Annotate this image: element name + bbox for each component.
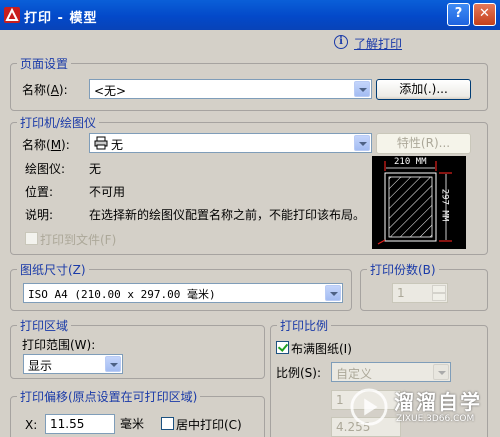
page-setup-name-label: 名称(A):	[22, 83, 68, 97]
chevron-down-icon[interactable]	[354, 135, 370, 151]
spin-down-button[interactable]	[432, 293, 446, 301]
plot-range-select[interactable]: 显示	[23, 354, 123, 374]
center-plot-checkbox[interactable]	[161, 417, 174, 430]
plot-range-label: 打印范围(W):	[22, 338, 96, 352]
help-button[interactable]: ?	[447, 3, 470, 26]
page-setup-name-value: <无>	[94, 84, 127, 98]
add-page-setup-button[interactable]: 添加(.)...	[376, 79, 471, 100]
print-to-file-checkbox[interactable]	[25, 232, 38, 245]
location-label: 位置:	[25, 185, 54, 199]
fit-to-paper-label: 布满图纸(I)	[291, 342, 352, 356]
page-setup-name-select[interactable]: <无>	[89, 79, 372, 99]
x-offset-unit: 毫米	[120, 417, 145, 431]
page-setup-title: 页面设置	[17, 55, 72, 72]
chevron-down-icon[interactable]	[325, 285, 341, 301]
print-to-file-label: 打印到文件(F)	[40, 233, 117, 247]
paper-size-value: ISO A4 (210.00 x 297.00 毫米)	[28, 288, 216, 301]
play-logo-icon	[350, 388, 388, 426]
scale-label: 比例(S):	[276, 366, 322, 380]
printer-properties-button[interactable]: 特性(R)...	[376, 133, 471, 154]
copies-value: 1	[397, 286, 405, 300]
printer-name-select[interactable]: 无	[89, 133, 372, 153]
copies-spinner[interactable]: 1	[392, 283, 448, 303]
printer-icon	[94, 136, 108, 150]
info-icon: i	[334, 35, 348, 49]
printer-name-label: 名称(M):	[22, 138, 70, 152]
x-offset-label: X:	[25, 418, 38, 432]
preview-width-label: 210 MM	[394, 157, 427, 167]
fit-to-paper-checkbox[interactable]	[276, 341, 289, 354]
chevron-down-icon[interactable]	[354, 81, 370, 97]
description-label: 说明:	[25, 208, 54, 222]
plotter-value: 无	[89, 162, 102, 176]
paper-size-title: 图纸尺寸(Z)	[17, 261, 89, 278]
paper-size-select[interactable]: ISO A4 (210.00 x 297.00 毫米)	[23, 283, 343, 303]
title-bar: 打印 - 模型 ? ✕	[0, 0, 500, 30]
dialog-body: i 了解打印 页面设置 名称(A): <无> 添加(.)... 打印机/绘图仪 …	[3, 30, 497, 437]
watermark-logo: 溜溜自学 ZIXUE.3D66.COM	[348, 378, 500, 437]
spin-up-button[interactable]	[432, 285, 446, 293]
watermark-brand: 溜溜自学	[394, 390, 482, 414]
plot-area-title: 打印区域	[17, 317, 72, 334]
autocad-app-icon[interactable]	[4, 7, 20, 23]
chevron-down-icon[interactable]	[105, 356, 121, 372]
location-value: 不可用	[89, 185, 126, 199]
learn-printing-link[interactable]: 了解打印	[354, 35, 402, 52]
close-button[interactable]: ✕	[473, 3, 496, 26]
plot-offset-title: 打印偏移(原点设置在可打印区域)	[17, 388, 201, 405]
window-title: 打印 - 模型	[24, 11, 98, 26]
plot-scale-title: 打印比例	[277, 317, 332, 334]
plot-range-value: 显示	[28, 359, 53, 373]
center-plot-label: 居中打印(C)	[176, 418, 242, 432]
description-value: 在选择新的绘图仪配置名称之前，不能打印该布局。	[89, 208, 366, 222]
printer-name-value: 无	[111, 138, 124, 152]
paper-preview: 210 MM 297 MM	[372, 156, 466, 249]
x-offset-field[interactable]: 11.55	[45, 414, 115, 434]
plotter-label: 绘图仪:	[25, 162, 66, 176]
printer-group-title: 打印机/绘图仪	[17, 114, 100, 131]
copies-title: 打印份数(B)	[367, 261, 439, 278]
preview-height-label: 297 MM	[439, 188, 450, 222]
watermark-url: ZIXUE.3D66.COM	[396, 414, 475, 424]
